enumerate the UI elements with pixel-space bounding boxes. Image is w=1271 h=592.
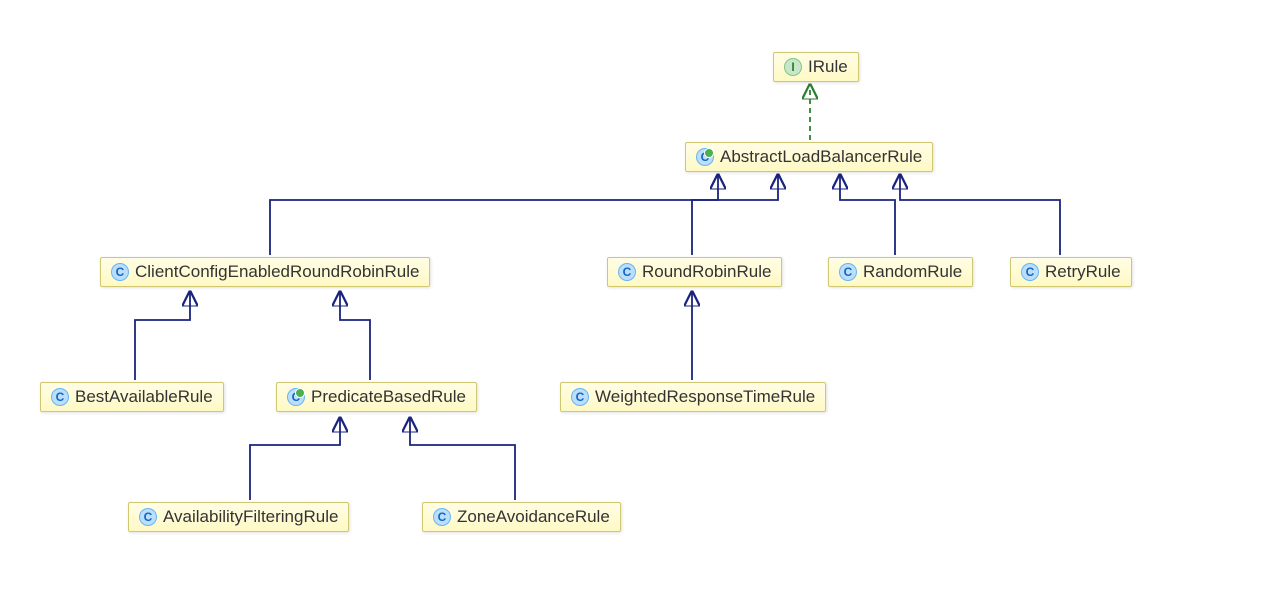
class-icon: C xyxy=(433,508,451,526)
node-label: BestAvailableRule xyxy=(75,387,213,407)
node-label: RandomRule xyxy=(863,262,962,282)
node-label: AvailabilityFilteringRule xyxy=(163,507,338,527)
interface-icon: I xyxy=(784,58,802,76)
abstract-class-icon: C xyxy=(287,388,305,406)
node-weightedresponsetimerule: C WeightedResponseTimeRule xyxy=(560,382,826,412)
node-retryrule: C RetryRule xyxy=(1010,257,1132,287)
node-randomrule: C RandomRule xyxy=(828,257,973,287)
node-label: PredicateBasedRule xyxy=(311,387,466,407)
class-icon: C xyxy=(839,263,857,281)
node-roundrobinrule: C RoundRobinRule xyxy=(607,257,782,287)
node-abstractloadbalancerrule: C AbstractLoadBalancerRule xyxy=(685,142,933,172)
node-label: WeightedResponseTimeRule xyxy=(595,387,815,407)
node-label: ZoneAvoidanceRule xyxy=(457,507,610,527)
node-label: RoundRobinRule xyxy=(642,262,771,282)
node-label: ClientConfigEnabledRoundRobinRule xyxy=(135,262,419,282)
class-icon: C xyxy=(618,263,636,281)
class-icon: C xyxy=(51,388,69,406)
node-clientconfigenabledroundrobinrule: C ClientConfigEnabledRoundRobinRule xyxy=(100,257,430,287)
node-zoneavoidancerule: C ZoneAvoidanceRule xyxy=(422,502,621,532)
node-label: RetryRule xyxy=(1045,262,1121,282)
class-icon: C xyxy=(571,388,589,406)
node-bestavailablerule: C BestAvailableRule xyxy=(40,382,224,412)
class-icon: C xyxy=(111,263,129,281)
node-availabilityfilteringrule: C AvailabilityFilteringRule xyxy=(128,502,349,532)
node-irule: I IRule xyxy=(773,52,859,82)
node-label: AbstractLoadBalancerRule xyxy=(720,147,922,167)
abstract-class-icon: C xyxy=(696,148,714,166)
node-predicatebasedrule: C PredicateBasedRule xyxy=(276,382,477,412)
class-icon: C xyxy=(1021,263,1039,281)
class-icon: C xyxy=(139,508,157,526)
node-label: IRule xyxy=(808,57,848,77)
